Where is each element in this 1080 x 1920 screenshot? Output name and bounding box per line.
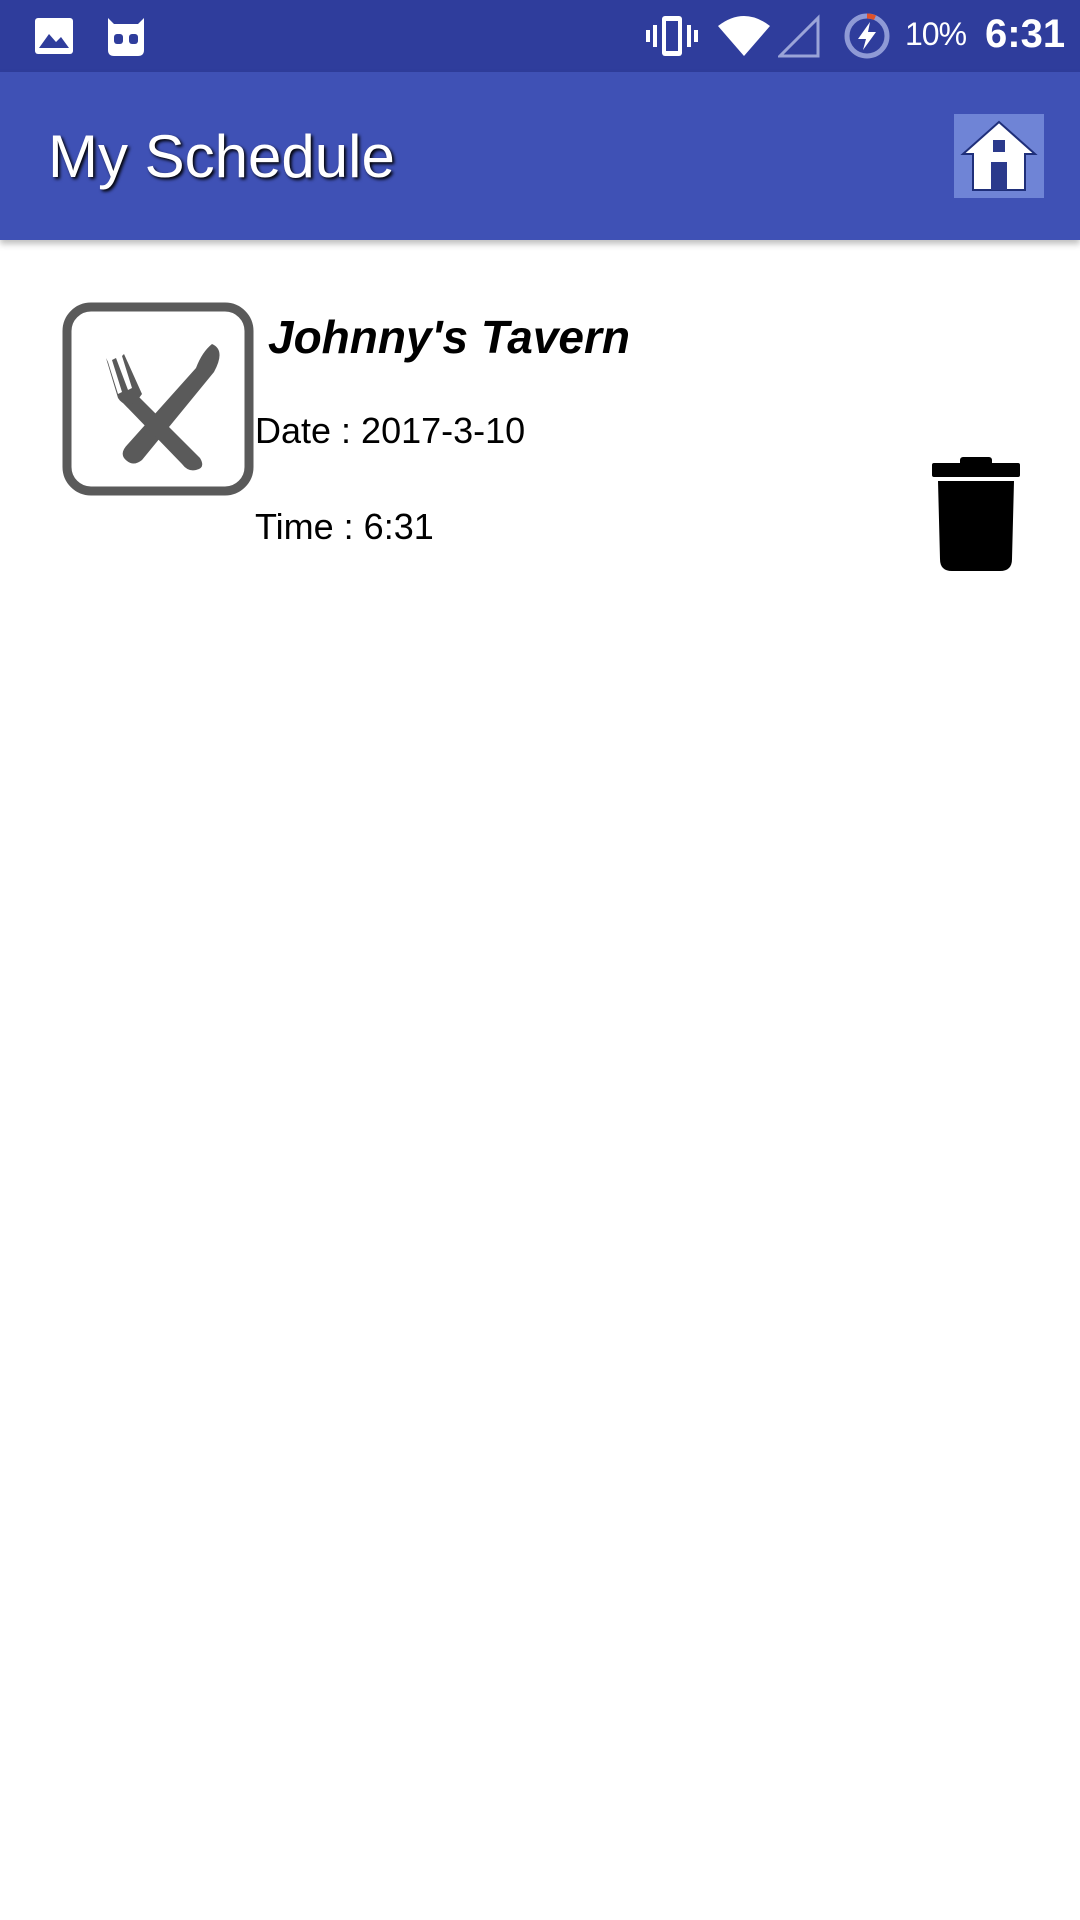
item-date: Date : 2017-3-10	[255, 410, 526, 451]
item-name: Johnny's Tavern	[268, 311, 631, 363]
fork-knife-icon	[62, 302, 254, 496]
battery-percent: 10%	[905, 16, 967, 52]
page-title: My Schedule	[48, 123, 395, 190]
list-item[interactable]: Johnny's Tavern Date : 2017-3-10 Time : …	[0, 280, 1080, 580]
home-icon	[960, 120, 1038, 191]
status-bar: 10% 6:31	[0, 0, 1080, 72]
cell-signal-icon	[778, 14, 820, 58]
vibrate-icon	[646, 16, 698, 56]
home-button[interactable]	[954, 114, 1044, 198]
wifi-icon	[718, 16, 770, 56]
status-time: 6:31	[985, 12, 1066, 56]
trash-icon[interactable]	[930, 455, 1022, 573]
image-icon	[35, 18, 73, 54]
cyanogen-icon	[108, 18, 144, 56]
battery-charging-icon	[844, 13, 890, 59]
app-bar: My Schedule	[0, 72, 1080, 240]
item-time: Time : 6:31	[255, 506, 434, 547]
